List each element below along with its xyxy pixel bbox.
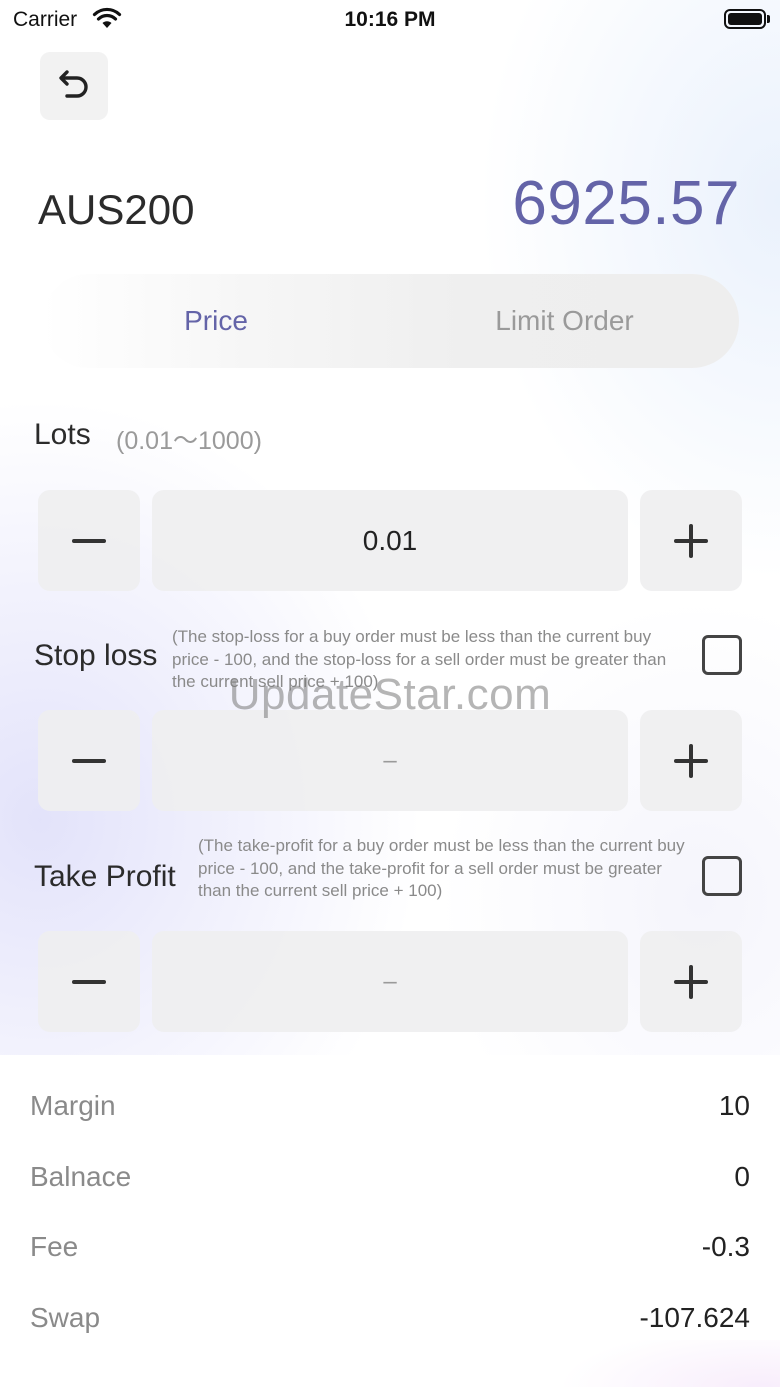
- take-profit-label: Take Profit: [34, 860, 176, 893]
- instrument-symbol: AUS200: [38, 186, 195, 233]
- lots-range: (0.01～1000): [116, 427, 262, 455]
- stop-loss-label: Stop loss: [34, 639, 158, 672]
- plus-icon: [674, 964, 708, 999]
- current-price: 6925.57: [512, 169, 740, 238]
- stop-loss-increase-button[interactable]: [640, 710, 742, 811]
- order-type-tabs: Price Limit Order: [42, 274, 739, 368]
- take-profit-input[interactable]: –: [152, 931, 628, 1032]
- swap-value: -107.624: [639, 1302, 750, 1333]
- plus-icon: [674, 523, 708, 558]
- tab-limit-order[interactable]: Limit Order: [390, 274, 739, 368]
- lots-input[interactable]: 0.01: [152, 490, 628, 591]
- take-profit-increase-button[interactable]: [640, 931, 742, 1032]
- take-profit-decrease-button[interactable]: [38, 931, 140, 1032]
- lots-decrease-button[interactable]: [38, 490, 140, 591]
- margin-label: Margin: [30, 1090, 116, 1121]
- background-bottom-tint: [0, 1340, 780, 1387]
- fee-label: Fee: [30, 1231, 79, 1262]
- take-profit-checkbox[interactable]: [702, 856, 742, 896]
- stop-loss-checkbox[interactable]: [702, 635, 742, 675]
- fee-value: -0.3: [701, 1231, 750, 1262]
- lots-increase-button[interactable]: [640, 490, 742, 591]
- plus-icon: [674, 743, 708, 778]
- status-bar: Carrier 10:16 PM: [0, 0, 780, 40]
- swap-label: Swap: [30, 1302, 101, 1333]
- battery-tip: [767, 15, 770, 23]
- status-time: 10:16 PM: [344, 8, 436, 31]
- stop-loss-input[interactable]: –: [152, 710, 628, 811]
- stop-loss-decrease-button[interactable]: [38, 710, 140, 811]
- take-profit-note: (The take-profit for a buy order must be…: [198, 836, 685, 900]
- watermark: UpdateStar.com: [228, 670, 552, 719]
- back-button[interactable]: [40, 52, 108, 120]
- balance-value: 0: [734, 1161, 750, 1192]
- undo-arrow-icon: [56, 66, 92, 107]
- minus-icon: [72, 758, 106, 763]
- minus-icon: [72, 979, 106, 984]
- battery-icon: [724, 9, 766, 29]
- minus-icon: [72, 538, 106, 543]
- lots-label: Lots: [34, 418, 91, 451]
- margin-value: 10: [718, 1090, 750, 1121]
- balance-label: Balnace: [30, 1161, 132, 1192]
- tab-price[interactable]: Price: [42, 274, 390, 368]
